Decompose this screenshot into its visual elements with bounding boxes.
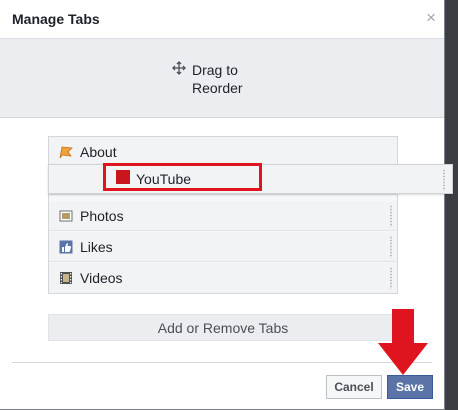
thumbs-up-icon [59, 240, 73, 254]
footer-divider [12, 362, 432, 363]
add-remove-tabs-button[interactable]: Add or Remove Tabs [48, 314, 398, 341]
drag-handle[interactable] [442, 169, 446, 191]
move-icon [172, 61, 186, 75]
drag-handle[interactable] [389, 267, 393, 289]
tab-label-likes: Likes [80, 239, 113, 255]
drag-handle[interactable] [389, 236, 393, 258]
save-button[interactable]: Save [387, 375, 433, 399]
tab-row-photos[interactable]: Photos [49, 201, 397, 231]
tab-row-videos[interactable]: Videos [49, 263, 397, 293]
flag-icon [59, 146, 73, 159]
drag-hint-text: Drag to Reorder [192, 62, 243, 96]
film-icon [60, 272, 72, 284]
photo-icon [59, 210, 73, 222]
annotation-highlight-box [103, 163, 262, 191]
tab-label-about: About [80, 144, 117, 160]
annotation-arrow-icon [378, 309, 428, 375]
cancel-button[interactable]: Cancel [326, 375, 382, 399]
tab-list: About Photos Likes Videos [48, 136, 398, 294]
drag-handle[interactable] [389, 205, 393, 227]
close-icon[interactable]: × [426, 9, 436, 27]
tab-row-likes[interactable]: Likes [49, 232, 397, 262]
dialog-title: Manage Tabs [12, 11, 100, 27]
dialog-header: Manage Tabs × [0, 0, 444, 39]
tab-label-videos: Videos [80, 270, 123, 286]
tab-label-photos: Photos [80, 208, 124, 224]
